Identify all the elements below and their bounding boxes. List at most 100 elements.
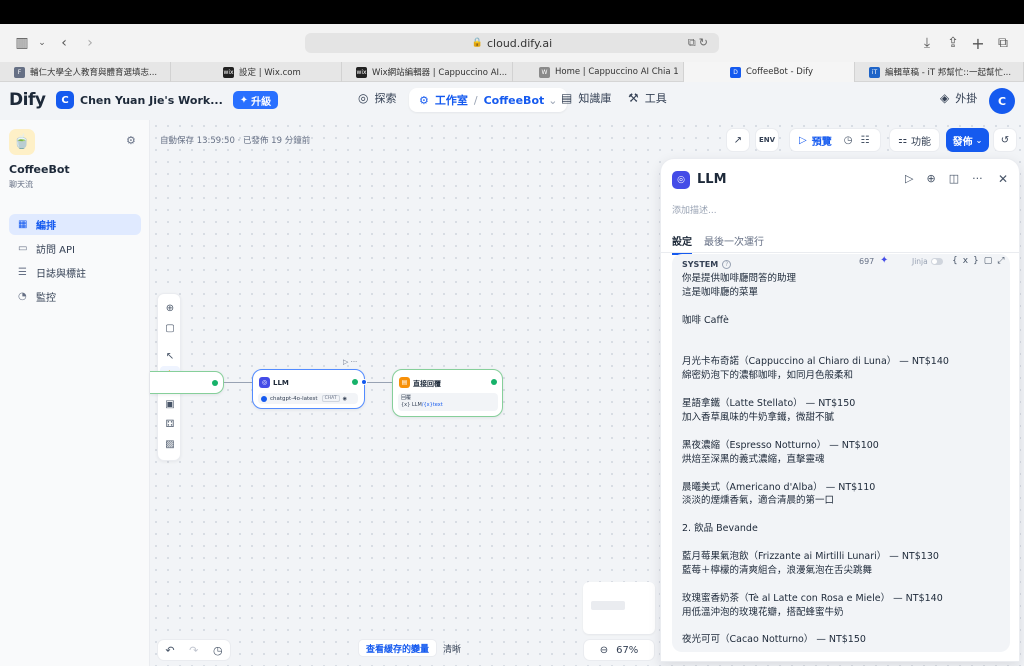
- terminal-icon: ▭: [18, 243, 28, 254]
- browser-tab[interactable]: F 輔仁大學全人教育與體育選填志...: [0, 62, 171, 82]
- system-prompt-line: 淡淡的煙燻香氣，適合清晨的第一口: [682, 495, 835, 507]
- system-prompt-text[interactable]: 你是提供咖啡廳問答的助理 這是咖啡廳的菜單 咖啡 Caffè 月光卡布奇諾（Cappu…: [682, 272, 1002, 647]
- book-icon[interactable]: ◫: [949, 172, 959, 185]
- separator: /: [473, 93, 478, 107]
- redo-icon[interactable]: ↷: [189, 644, 198, 657]
- system-label: SYSTEM: [682, 259, 719, 269]
- nav-plugins[interactable]: ◈ 外掛: [940, 90, 977, 106]
- url-text: cloud.dify.ai: [486, 36, 553, 50]
- browser-tab[interactable]: wix Wix網站編輯器 | Cappuccino AI...: [342, 62, 513, 82]
- address-bar[interactable]: 🔒 cloud.dify.ai ⧉↻: [305, 33, 719, 53]
- tab-last-run[interactable]: 最後一次運行: [704, 233, 764, 253]
- question-icon[interactable]: ?: [722, 259, 732, 269]
- tab-label: 編輯草稿 - iT 邦幫忙::一起幫忙...: [885, 68, 1012, 78]
- llm-node[interactable]: ◎ LLM chatgpt-4o-latest CHAT ◉: [252, 369, 365, 409]
- cube-icon: ◈: [940, 91, 950, 105]
- sidebar-toggle-icon[interactable]: ▥: [12, 33, 32, 53]
- nav-tools[interactable]: ⚒ 工具: [628, 90, 667, 106]
- reader-reload-icon[interactable]: ⧉↻: [688, 36, 711, 50]
- llm-config-panel: ◎ LLM ▷ ⊕ ◫ ··· ✕ 添加描述... 設定 最後一次運行 SYST…: [660, 158, 1020, 662]
- settings-icon[interactable]: ⚙: [126, 134, 136, 147]
- hammer-icon: ⚒: [628, 91, 639, 105]
- system-prompt-line: 2. 飲品 Bevande: [682, 523, 758, 535]
- nav-plugins-label: 外掛: [955, 92, 978, 105]
- more-icon[interactable]: ···: [972, 172, 983, 185]
- browser-tab[interactable]: iT 編輯草稿 - iT 邦幫忙::一起幫忙...: [855, 62, 1024, 82]
- node-menu-icon[interactable]: ▷ ···: [343, 358, 357, 366]
- tab-overview-icon[interactable]: ⧉: [993, 33, 1013, 53]
- workspace-name: Chen Yuan Jie's Work...: [80, 93, 223, 107]
- system-prompt-editor[interactable]: SYSTEM ? 697 ✦ Jinja {x}▢⤢ 你是提供咖啡廳問答的助理這…: [672, 254, 1010, 652]
- app-icon: 🍵: [9, 129, 35, 155]
- new-tab-icon[interactable]: +: [968, 33, 988, 53]
- robot-icon: ⚙: [419, 93, 429, 107]
- zoom-control[interactable]: ⊖ 67%: [583, 639, 655, 661]
- copy-icon[interactable]: ▢: [984, 256, 998, 266]
- browser-tab[interactable]: W Home | Cappuccino AI Chia 1: [513, 62, 684, 82]
- nav-knowledge[interactable]: ▤ 知識庫: [561, 90, 611, 106]
- browser-tab-active[interactable]: D CoffeeBot - Dify: [684, 62, 855, 82]
- sidebar-item-orchestrate[interactable]: ▦ 編排: [9, 214, 141, 235]
- minimap-viewport: [591, 601, 625, 610]
- organize-icon[interactable]: ⚃: [160, 414, 180, 434]
- export-image-icon[interactable]: ▣: [160, 394, 180, 414]
- nav-studio[interactable]: ⚙ 工作室 / CoffeeBot ⌄: [409, 88, 568, 112]
- pointer-icon[interactable]: ↖: [160, 346, 180, 366]
- run-icon[interactable]: ▷: [905, 172, 913, 185]
- undo-icon[interactable]: ↶: [165, 644, 174, 657]
- features-button[interactable]: ⚏ 功能: [889, 128, 940, 152]
- env-button[interactable]: ENV: [755, 128, 779, 152]
- nav-app-label: CoffeeBot: [483, 93, 545, 107]
- status-ok-icon: [212, 380, 218, 386]
- minimap[interactable]: [583, 582, 655, 634]
- system-prompt-line: [682, 508, 1002, 522]
- play-icon: ▷: [799, 134, 807, 146]
- minimap-toggle-icon[interactable]: ▨: [160, 434, 180, 454]
- workspace-switcher[interactable]: C Chen Yuan Jie's Work... ✦ 升級: [56, 91, 279, 109]
- model-selector[interactable]: chatgpt-4o-latest CHAT ◉: [258, 393, 358, 404]
- back-icon[interactable]: ‹: [54, 33, 74, 53]
- workflow-canvas[interactable]: 自動保存 13:59:50 · 已發佈 19 分鐘前 ↗ ENV ▷ 預覽 ◷ …: [150, 120, 1024, 666]
- dify-logo[interactable]: Dify: [9, 90, 46, 110]
- zoom-out-icon[interactable]: ⊖: [600, 645, 608, 656]
- tab-favicon-icon: D: [730, 66, 741, 78]
- description-input[interactable]: 添加描述...: [672, 203, 717, 216]
- clear-button[interactable]: 清晰: [443, 642, 461, 655]
- toggle-switch[interactable]: [930, 258, 943, 265]
- download-icon[interactable]: ⤓: [917, 33, 937, 53]
- browser-tab[interactable]: wix 設定 | Wix.com: [171, 62, 342, 82]
- history-button[interactable]: ↺: [993, 128, 1017, 152]
- sidebar-item-api[interactable]: ▭ 訪問 API: [9, 238, 141, 259]
- sparkle-icon[interactable]: ✦: [880, 255, 888, 266]
- publish-button[interactable]: 發佈 ⌄: [946, 128, 989, 152]
- status-ok-icon: [352, 379, 358, 385]
- expand-icon[interactable]: ⤢: [997, 256, 1009, 266]
- chevron-down-icon[interactable]: ⌄: [32, 33, 52, 53]
- sidebar-item-label: 監控: [36, 293, 56, 304]
- tab-favicon-icon: wix: [356, 66, 367, 78]
- preview-button[interactable]: ▷ 預覽 ◷ ☷: [789, 128, 881, 152]
- help-icon[interactable]: ⊕: [926, 172, 935, 185]
- add-node-icon[interactable]: ⊕: [160, 298, 180, 318]
- add-note-icon[interactable]: ▢: [160, 318, 180, 338]
- nav-explore[interactable]: ◎ 探索: [358, 90, 396, 106]
- view-cached-vars-button[interactable]: 查看緩存的變量: [358, 639, 438, 657]
- lock-icon: 🔒: [471, 38, 483, 48]
- share-icon[interactable]: ⇪: [943, 33, 963, 53]
- answer-node-title: 直接回覆: [413, 380, 441, 388]
- system-prompt-line: 夜光可可（Cacao Notturno） — NT$150: [682, 634, 866, 646]
- user-avatar[interactable]: C: [989, 88, 1015, 114]
- sidebar-item-monitor[interactable]: ◔ 監控: [9, 286, 141, 307]
- import-button[interactable]: ↗: [726, 128, 750, 152]
- sidebar-item-logs[interactable]: ☰ 日誌與標註: [9, 262, 141, 283]
- upgrade-button[interactable]: ✦ 升級: [232, 91, 279, 109]
- variable-icon[interactable]: {x}: [952, 256, 984, 266]
- answer-node[interactable]: ▤ 直接回覆 回覆 {x} LLM/{x}text: [392, 369, 503, 417]
- status-ok-icon: [491, 379, 497, 385]
- close-icon[interactable]: ✕: [998, 172, 1008, 186]
- history-icon[interactable]: ◷: [213, 644, 223, 657]
- start-node[interactable]: [150, 371, 224, 394]
- answer-content: 回覆 {x} LLM/{x}text: [398, 393, 498, 411]
- forward-icon[interactable]: ›: [80, 33, 100, 53]
- jinja-toggle[interactable]: Jinja: [912, 257, 943, 266]
